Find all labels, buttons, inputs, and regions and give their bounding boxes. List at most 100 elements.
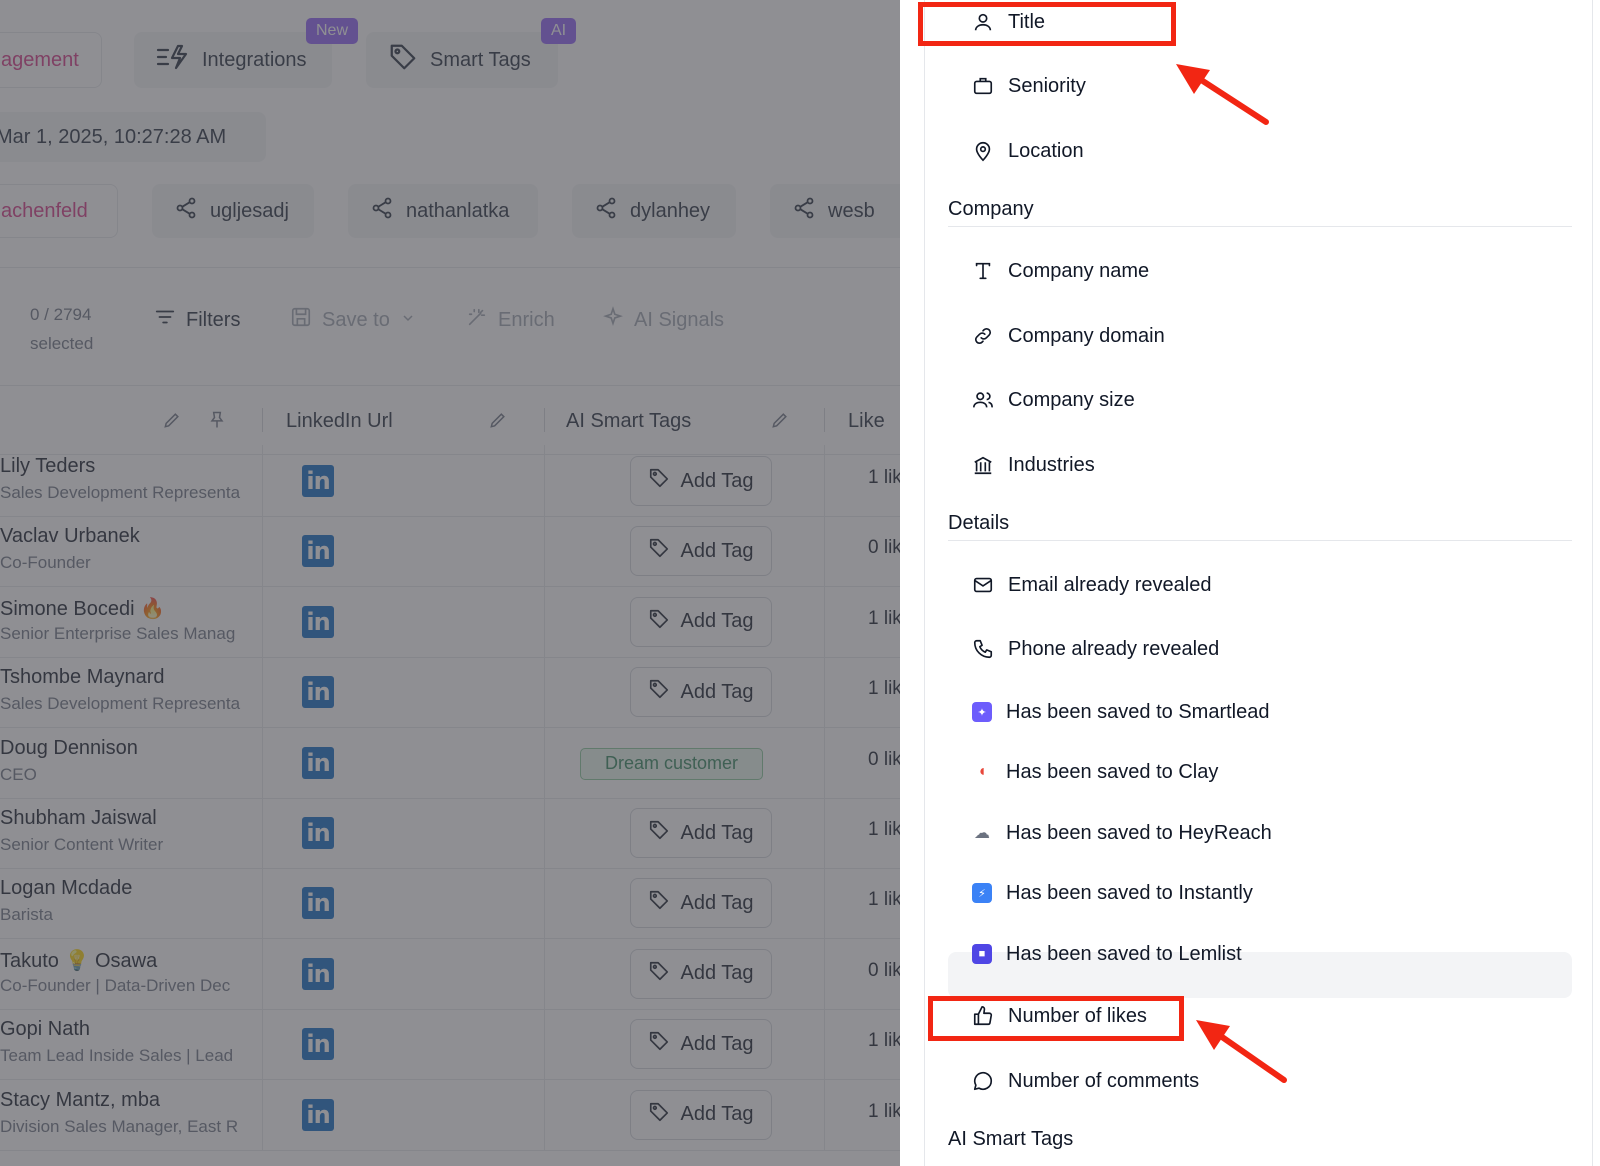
tag-icon — [648, 608, 670, 636]
likes-count: 1 lik — [868, 607, 900, 629]
add-tag-button[interactable]: Add Tag — [630, 596, 772, 647]
add-tag-label: Add Tag — [680, 891, 754, 914]
lead-name[interactable]: Stacy Mantz, mba — [0, 1089, 262, 1112]
linkedin-icon[interactable]: in — [302, 817, 334, 849]
table-row[interactable]: Gopi Nath Team Lead Inside Sales | Lead … — [0, 1008, 900, 1081]
pin-icon[interactable] — [207, 410, 227, 435]
option-saved-smartlead[interactable]: ✦ Has been saved to Smartlead — [972, 697, 1270, 727]
option-company-size[interactable]: Company size — [972, 385, 1135, 415]
add-tag-label: Add Tag — [680, 610, 754, 633]
lead-title: Team Lead Inside Sales | Lead — [0, 1046, 234, 1066]
lead-name[interactable]: Lily Teders — [0, 455, 262, 478]
source-chip-2[interactable]: nathanlatka — [348, 184, 538, 238]
app-background: agement Integrations New Smart Tags AI M… — [0, 0, 900, 1166]
option-number-of-comments[interactable]: Number of comments — [972, 1066, 1199, 1096]
option-seniority[interactable]: Seniority — [972, 71, 1086, 101]
linkedin-icon[interactable]: in — [302, 957, 334, 990]
integrations-icon — [156, 44, 190, 76]
tab-smart-tags[interactable]: Smart Tags — [366, 32, 558, 88]
add-tag-button[interactable]: Add Tag — [630, 667, 772, 718]
enrich-button[interactable]: Enrich — [466, 306, 555, 334]
edit-icon[interactable] — [770, 410, 790, 435]
tag-icon — [648, 889, 670, 917]
building-icon — [972, 454, 994, 476]
share-icon — [174, 196, 198, 226]
source-chip-label: achenfeld — [1, 199, 88, 222]
add-tag-button[interactable]: Add Tag — [630, 808, 772, 858]
lead-title: CEO — [0, 764, 37, 784]
option-phone-revealed[interactable]: Phone already revealed — [972, 634, 1219, 664]
linkedin-icon[interactable]: in — [302, 1028, 334, 1061]
linkedin-icon[interactable]: in — [302, 465, 334, 497]
table-row[interactable]: Takuto 💡 Osawa Co-Founder | Data-Driven … — [0, 937, 900, 1010]
lead-name[interactable]: Logan Mcdade — [0, 877, 262, 900]
ai-badge: AI — [541, 18, 577, 44]
add-tag-button[interactable]: Add Tag — [630, 456, 772, 506]
linkedin-icon[interactable]: in — [302, 605, 334, 638]
add-tag-label: Add Tag — [680, 1032, 754, 1055]
add-tag-button[interactable]: Add Tag — [630, 1019, 772, 1070]
source-chip-3[interactable]: dylanhey — [572, 184, 736, 238]
likes-count: 0 lik — [868, 537, 900, 559]
lead-name[interactable]: Vaclav Urbanek — [0, 525, 262, 548]
option-saved-lemlist[interactable]: ■ Has been saved to Lemlist — [972, 939, 1242, 969]
edit-icon[interactable] — [162, 410, 182, 435]
lead-name[interactable]: Tshombe Maynard — [0, 666, 262, 689]
add-tag-button[interactable]: Add Tag — [630, 948, 772, 999]
option-email-revealed[interactable]: Email already revealed — [972, 570, 1211, 600]
likes-count: 1 lik — [868, 678, 900, 700]
tab-integrations[interactable]: Integrations — [134, 32, 332, 88]
tab-management[interactable]: agement — [0, 32, 102, 88]
table-row[interactable]: Vaclav Urbanek Co-Founder in Add Tag 0 l… — [0, 515, 900, 588]
likes-count: 1 lik — [868, 889, 900, 911]
linkedin-icon[interactable]: in — [302, 1098, 334, 1131]
lead-name[interactable]: Doug Dennison — [0, 737, 262, 760]
add-tag-button[interactable]: Add Tag — [630, 878, 772, 929]
arrow-pointing-title — [1176, 64, 1269, 125]
source-chip-0[interactable]: achenfeld — [0, 184, 118, 238]
option-saved-heyreach[interactable]: ☁ Has been saved to HeyReach — [972, 818, 1272, 848]
source-chip-1[interactable]: ugljesadj — [152, 184, 314, 238]
add-tag-button[interactable]: Add Tag — [630, 1089, 772, 1140]
lead-name[interactable]: Simone Bocedi 🔥 — [0, 596, 262, 621]
smart-tag-chip[interactable]: Dream customer — [580, 747, 763, 780]
linkedin-icon[interactable]: in — [302, 676, 334, 709]
filters-button[interactable]: Filters — [154, 306, 240, 334]
option-location[interactable]: Location — [972, 136, 1084, 166]
table-row[interactable]: Tshombe Maynard Sales Development Repres… — [0, 656, 900, 729]
linkedin-icon[interactable]: in — [302, 535, 334, 568]
tab-management-label: agement — [1, 48, 79, 71]
lead-name[interactable]: Takuto 💡 Osawa — [0, 948, 262, 973]
source-chip-4[interactable]: wesb — [770, 184, 900, 238]
table-row[interactable]: Doug Dennison CEO in Dream customer 0 li… — [0, 726, 900, 799]
add-tag-label: Add Tag — [680, 680, 754, 703]
likes-count: 0 lik — [868, 748, 900, 770]
option-industries[interactable]: Industries — [972, 450, 1095, 480]
table-row[interactable]: Lily Teders Sales Development Representa… — [0, 445, 900, 517]
table-row[interactable]: Logan Mcdade Barista in Add Tag 1 lik — [0, 867, 900, 940]
option-saved-clay[interactable]: ◖ Has been saved to Clay — [972, 757, 1218, 787]
lead-name[interactable]: Gopi Nath — [0, 1018, 262, 1041]
option-company-domain[interactable]: Company domain — [972, 321, 1165, 351]
edit-icon[interactable] — [488, 410, 508, 435]
table-row[interactable]: Shubham Jaiswal Senior Content Writer in… — [0, 797, 900, 869]
tag-icon — [648, 537, 670, 565]
tag-icon — [648, 678, 670, 706]
add-tag-label: Add Tag — [680, 469, 754, 492]
add-tag-button[interactable]: Add Tag — [630, 526, 772, 577]
table-row[interactable]: Stacy Mantz, mba Division Sales Manager,… — [0, 1078, 900, 1151]
option-company-name[interactable]: Company name — [972, 256, 1149, 286]
instantly-icon: ⚡ — [972, 883, 992, 903]
source-chip-label: nathanlatka — [406, 199, 510, 222]
tab-smart-tags-label: Smart Tags — [430, 48, 531, 71]
save-to-button[interactable]: Save to — [290, 306, 416, 334]
ai-signals-button[interactable]: AI Signals — [602, 306, 724, 334]
linkedin-icon[interactable]: in — [302, 746, 334, 779]
lead-name[interactable]: Shubham Jaiswal — [0, 807, 262, 830]
smartlead-icon: ✦ — [972, 702, 992, 722]
new-badge: New — [306, 18, 359, 44]
table-row[interactable]: Simone Bocedi 🔥 Senior Enterprise Sales … — [0, 585, 900, 658]
option-saved-instantly[interactable]: ⚡ Has been saved to Instantly — [972, 878, 1253, 908]
linkedin-icon[interactable]: in — [302, 887, 334, 920]
lead-title: Senior Content Writer — [0, 835, 164, 854]
